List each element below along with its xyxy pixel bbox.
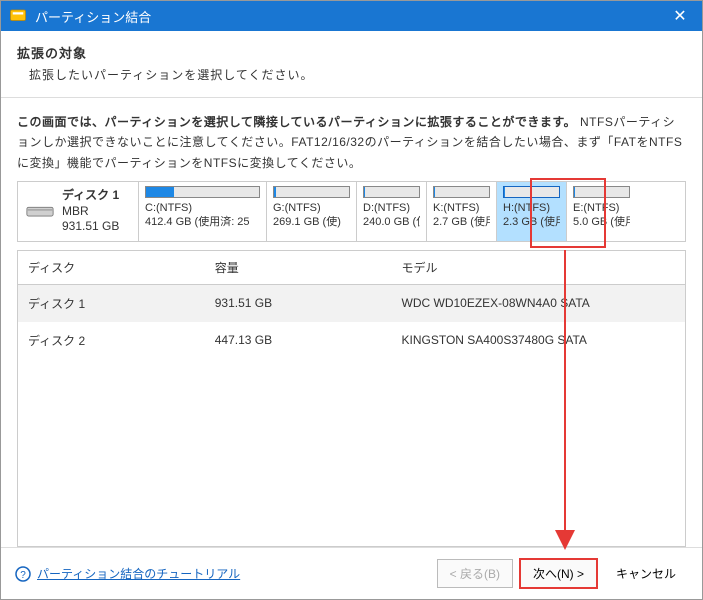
th-model[interactable]: モデル [392, 251, 686, 285]
partition-d-label: D:(NTFS) [363, 201, 420, 215]
cell-disk: ディスク 2 [18, 322, 205, 359]
partition-g-label: G:(NTFS) [273, 201, 350, 215]
partition-d-size: 240.0 GB (使 [363, 215, 420, 229]
table-row[interactable]: ディスク 1 931.51 GB WDC WD10EZEX-08WN4A0 SA… [18, 284, 685, 322]
disk-partition-map: ディスク 1 MBR 931.51 GB C:(NTFS) 412.4 GB (… [17, 181, 686, 242]
partition-e-size: 5.0 GB (使用 [573, 215, 630, 229]
partition-h-label: H:(NTFS) [503, 201, 560, 215]
partition-c[interactable]: C:(NTFS) 412.4 GB (使用済: 25 [138, 182, 266, 241]
titlebar: パーティション結合 ✕ [1, 1, 702, 31]
svg-text:?: ? [20, 570, 26, 581]
partition-h[interactable]: H:(NTFS) 2.3 GB (使用 [496, 182, 566, 241]
partition-g[interactable]: G:(NTFS) 269.1 GB (使) [266, 182, 356, 241]
header-subtitle: 拡張したいパーティションを選択してください。 [17, 66, 686, 83]
titlebar-text: パーティション結合 [35, 7, 666, 26]
close-icon[interactable]: ✕ [666, 2, 694, 30]
partition-c-size: 412.4 GB (使用済: 25 [145, 215, 260, 229]
footer: ? パーティション結合のチュートリアル < 戻る(B) 次へ(N) > キャンセ… [1, 547, 702, 599]
disk-type: MBR [62, 204, 119, 220]
disk-icon [26, 202, 54, 222]
header-title: 拡張の対象 [17, 43, 686, 62]
description-bold: この画面では、パーティションを選択して隣接しているパーティションに拡張することが… [17, 115, 576, 129]
disk-name: ディスク 1 [62, 188, 119, 204]
table-row[interactable]: ディスク 2 447.13 GB KINGSTON SA400S37480G S… [18, 322, 685, 359]
app-icon [9, 7, 27, 25]
help-icon: ? [15, 566, 31, 582]
disk-size: 931.51 GB [62, 219, 119, 235]
partition-e-label: E:(NTFS) [573, 201, 630, 215]
partition-h-size: 2.3 GB (使用 [503, 215, 560, 229]
partition-g-size: 269.1 GB (使) [273, 215, 350, 229]
description: この画面では、パーティションを選択して隣接しているパーティションに拡張することが… [17, 112, 686, 173]
next-button[interactable]: 次へ(N) > [519, 558, 598, 589]
th-disk[interactable]: ディスク [18, 251, 205, 285]
cell-capacity: 447.13 GB [205, 322, 392, 359]
disk-table: ディスク 容量 モデル ディスク 1 931.51 GB WDC WD10EZE… [17, 250, 686, 547]
partition-c-label: C:(NTFS) [145, 201, 260, 215]
partition-d[interactable]: D:(NTFS) 240.0 GB (使 [356, 182, 426, 241]
back-button[interactable]: < 戻る(B) [437, 559, 513, 588]
header: 拡張の対象 拡張したいパーティションを選択してください。 [1, 31, 702, 98]
cell-model: KINGSTON SA400S37480G SATA [392, 322, 686, 359]
partition-k-size: 2.7 GB (使用 [433, 215, 490, 229]
cell-disk: ディスク 1 [18, 284, 205, 322]
partition-k-label: K:(NTFS) [433, 201, 490, 215]
cell-capacity: 931.51 GB [205, 284, 392, 322]
cell-model: WDC WD10EZEX-08WN4A0 SATA [392, 284, 686, 322]
th-capacity[interactable]: 容量 [205, 251, 392, 285]
partition-k[interactable]: K:(NTFS) 2.7 GB (使用 [426, 182, 496, 241]
disk-label[interactable]: ディスク 1 MBR 931.51 GB [18, 182, 138, 241]
cancel-button[interactable]: キャンセル [604, 560, 688, 587]
help-link[interactable]: パーティション結合のチュートリアル [37, 565, 240, 582]
partition-e[interactable]: E:(NTFS) 5.0 GB (使用 [566, 182, 636, 241]
